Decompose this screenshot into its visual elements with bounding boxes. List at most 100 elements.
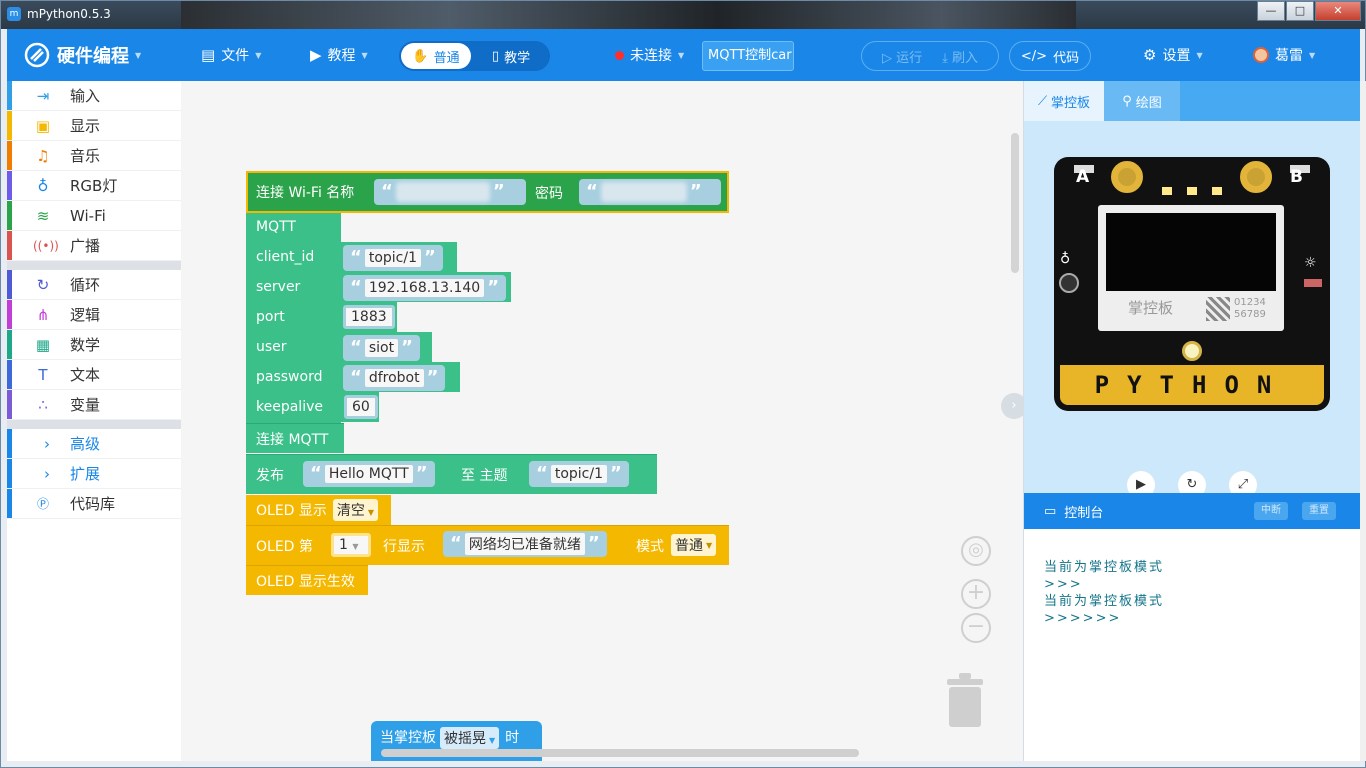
sidebar-item-loop[interactable]: ↻ 循环 bbox=[7, 270, 181, 300]
file-menu[interactable]: ▤ 文件 ▼ bbox=[201, 29, 261, 81]
sidebar-item-label: 高级 bbox=[70, 435, 101, 453]
sidebar-item-codelib[interactable]: Ⓟ 代码库 bbox=[7, 489, 181, 519]
button-b[interactable] bbox=[1240, 161, 1272, 193]
settings-menu[interactable]: ⚙ 设置 ▼ bbox=[1143, 29, 1203, 81]
button-a[interactable] bbox=[1111, 161, 1143, 193]
horizontal-scrollbar[interactable] bbox=[381, 749, 859, 757]
quote-close: ” bbox=[424, 247, 436, 268]
server-field[interactable]: “192.168.13.140” bbox=[343, 275, 507, 301]
project-name-button[interactable]: MQTT控制car bbox=[702, 41, 794, 71]
maximize-button[interactable]: □ bbox=[1286, 1, 1314, 21]
publish-topic-field[interactable]: “topic/1” bbox=[529, 461, 629, 487]
user-menu[interactable]: 葛雷 ▼ bbox=[1253, 29, 1315, 81]
sidebar-divider bbox=[7, 261, 181, 270]
board-name: 掌控板 bbox=[1128, 299, 1174, 317]
sidebar-item-input[interactable]: ⇥ 输入 bbox=[7, 81, 181, 111]
quote-close: ” bbox=[689, 181, 702, 202]
light-sensor-icon: ☼ bbox=[1304, 255, 1317, 271]
port-field[interactable]: 1883 bbox=[343, 305, 395, 329]
connection-status[interactable]: 未连接 ▼ bbox=[615, 29, 684, 81]
oled-mode-dropdown[interactable]: 清空 ▼ bbox=[332, 499, 379, 521]
console-output[interactable]: 当前为掌控板模式 >>> 当前为掌控板模式 >>>>>> bbox=[1044, 559, 1164, 627]
sidebar-item-text[interactable]: T 文本 bbox=[7, 360, 181, 390]
oled-frame: 掌控板 01234 56789 bbox=[1098, 205, 1284, 331]
publish-message-field[interactable]: “Hello MQTT” bbox=[303, 461, 435, 487]
connect-mqtt-block[interactable]: 连接 MQTT bbox=[246, 423, 344, 453]
oled-clear-block[interactable]: OLED 显示 清空 ▼ bbox=[246, 495, 391, 525]
board-image: A B 掌控板 01234 56789 ♁ ☼ PYTHON bbox=[1054, 157, 1330, 411]
close-button[interactable]: ✕ bbox=[1315, 1, 1361, 21]
quote-close: ” bbox=[610, 463, 622, 484]
sidebar-item-wifi[interactable]: ≋ Wi-Fi bbox=[7, 201, 181, 231]
run-button[interactable]: ▷ 运行 bbox=[882, 47, 922, 66]
sidebar-item-display[interactable]: ▣ 显示 bbox=[7, 111, 181, 141]
sidebar-item-variable[interactable]: ∴ 变量 bbox=[7, 390, 181, 420]
zoom-in-icon[interactable]: + bbox=[961, 579, 991, 609]
display-mode-dropdown[interactable]: 普通 ▼ bbox=[671, 534, 717, 556]
logic-icon: ⋔ bbox=[36, 305, 50, 324]
quote-close: ” bbox=[415, 463, 428, 484]
code-button[interactable]: </> 代码 bbox=[1009, 41, 1091, 71]
sidebar-item-logic[interactable]: ⋔ 逻辑 bbox=[7, 300, 181, 330]
sidebar-item-math[interactable]: ▦ 数学 bbox=[7, 330, 181, 360]
brand-menu[interactable]: 硬件编程 ▼ bbox=[23, 29, 141, 81]
wifi-password-field[interactable]: “” bbox=[579, 179, 721, 205]
blurred-ssid bbox=[395, 182, 490, 202]
wifi-ssid-field[interactable]: “” bbox=[374, 179, 526, 205]
window-scrollbar[interactable] bbox=[1360, 81, 1366, 761]
dropdown-value: 清空 bbox=[336, 503, 365, 519]
block-label: MQTT bbox=[256, 219, 296, 235]
touch-pad[interactable] bbox=[1182, 341, 1202, 361]
mode-teach-label: 教学 bbox=[504, 50, 531, 66]
client-id-field[interactable]: “topic/1” bbox=[343, 245, 443, 271]
chevron-right-icon: › bbox=[44, 434, 50, 453]
block-label: 至 主题 bbox=[461, 468, 508, 484]
category-color-bar bbox=[7, 270, 12, 299]
block-label: server bbox=[256, 279, 301, 295]
tab-draw[interactable]: ⚲ 绘图 bbox=[1104, 81, 1180, 121]
sidebar-item-extension[interactable]: › 扩展 bbox=[7, 459, 181, 489]
tab-board[interactable]: ⟋ 掌控板 bbox=[1024, 81, 1104, 121]
qr-code-icon bbox=[1206, 297, 1230, 321]
password-field[interactable]: “dfrobot” bbox=[343, 365, 446, 391]
line-number-dropdown[interactable]: 1 ▼ bbox=[331, 533, 371, 557]
sidebar-item-label: RGB灯 bbox=[70, 177, 118, 195]
status-dot-icon bbox=[615, 50, 624, 60]
tutorial-menu[interactable]: ▶ 教程 ▼ bbox=[310, 29, 368, 81]
sidebar-item-broadcast[interactable]: ((•)) 广播 bbox=[7, 231, 181, 261]
flash-button[interactable]: ⤓ 刷入 bbox=[942, 47, 978, 66]
category-color-bar bbox=[7, 330, 12, 359]
sidebar-item-rgb[interactable]: ♁ RGB灯 bbox=[7, 171, 181, 201]
user-field[interactable]: “siot” bbox=[343, 335, 420, 361]
chevron-down-icon: ▼ bbox=[706, 540, 713, 550]
block-label: 当掌控板 bbox=[380, 730, 436, 746]
mode-normal-button[interactable]: ✋ 普通 bbox=[401, 43, 471, 69]
keepalive-field[interactable]: 60 bbox=[344, 395, 378, 419]
sidebar-item-advanced[interactable]: › 高级 bbox=[7, 429, 181, 459]
block-label: 连接 MQTT bbox=[256, 431, 329, 448]
flash-label: 刷入 bbox=[952, 50, 979, 66]
zoom-out-icon[interactable]: − bbox=[961, 613, 991, 643]
vertical-scrollbar[interactable] bbox=[1011, 133, 1019, 273]
interrupt-button[interactable]: 中断 bbox=[1254, 502, 1288, 520]
microphone-icon: ♁ bbox=[1060, 251, 1071, 267]
event-dropdown[interactable]: 被摇晃 ▼ bbox=[440, 727, 500, 749]
dropdown-value: 普通 bbox=[675, 538, 703, 554]
title-bar: m mPython0.5.3 — □ ✕ bbox=[1, 1, 1365, 29]
sidebar-item-music[interactable]: ♫ 音乐 bbox=[7, 141, 181, 171]
reset-button[interactable]: 重置 bbox=[1302, 502, 1336, 520]
rgb-led bbox=[1187, 187, 1197, 195]
mode-teach-button[interactable]: ▯ 教学 bbox=[475, 43, 547, 69]
block-label: 模式 bbox=[636, 539, 664, 555]
oled-apply-block[interactable]: OLED 显示生效 bbox=[246, 565, 368, 595]
block-label: 密码 bbox=[535, 186, 563, 202]
recenter-icon[interactable]: ◎ bbox=[961, 536, 991, 566]
trash-icon[interactable] bbox=[945, 671, 985, 727]
category-color-bar bbox=[7, 201, 12, 230]
console-line: 当前为掌控板模式 bbox=[1044, 560, 1165, 575]
field-value: 192.168.13.140 bbox=[364, 279, 485, 297]
block-workspace[interactable]: 连接 Wi-Fi 名称 “” 密码 “” MQTT client_id “top… bbox=[181, 81, 1027, 761]
block-label: 连接 Wi-Fi 名称 bbox=[256, 185, 355, 201]
minimize-button[interactable]: — bbox=[1257, 1, 1285, 21]
oled-text-field[interactable]: “网络均已准备就绪” bbox=[443, 531, 607, 557]
